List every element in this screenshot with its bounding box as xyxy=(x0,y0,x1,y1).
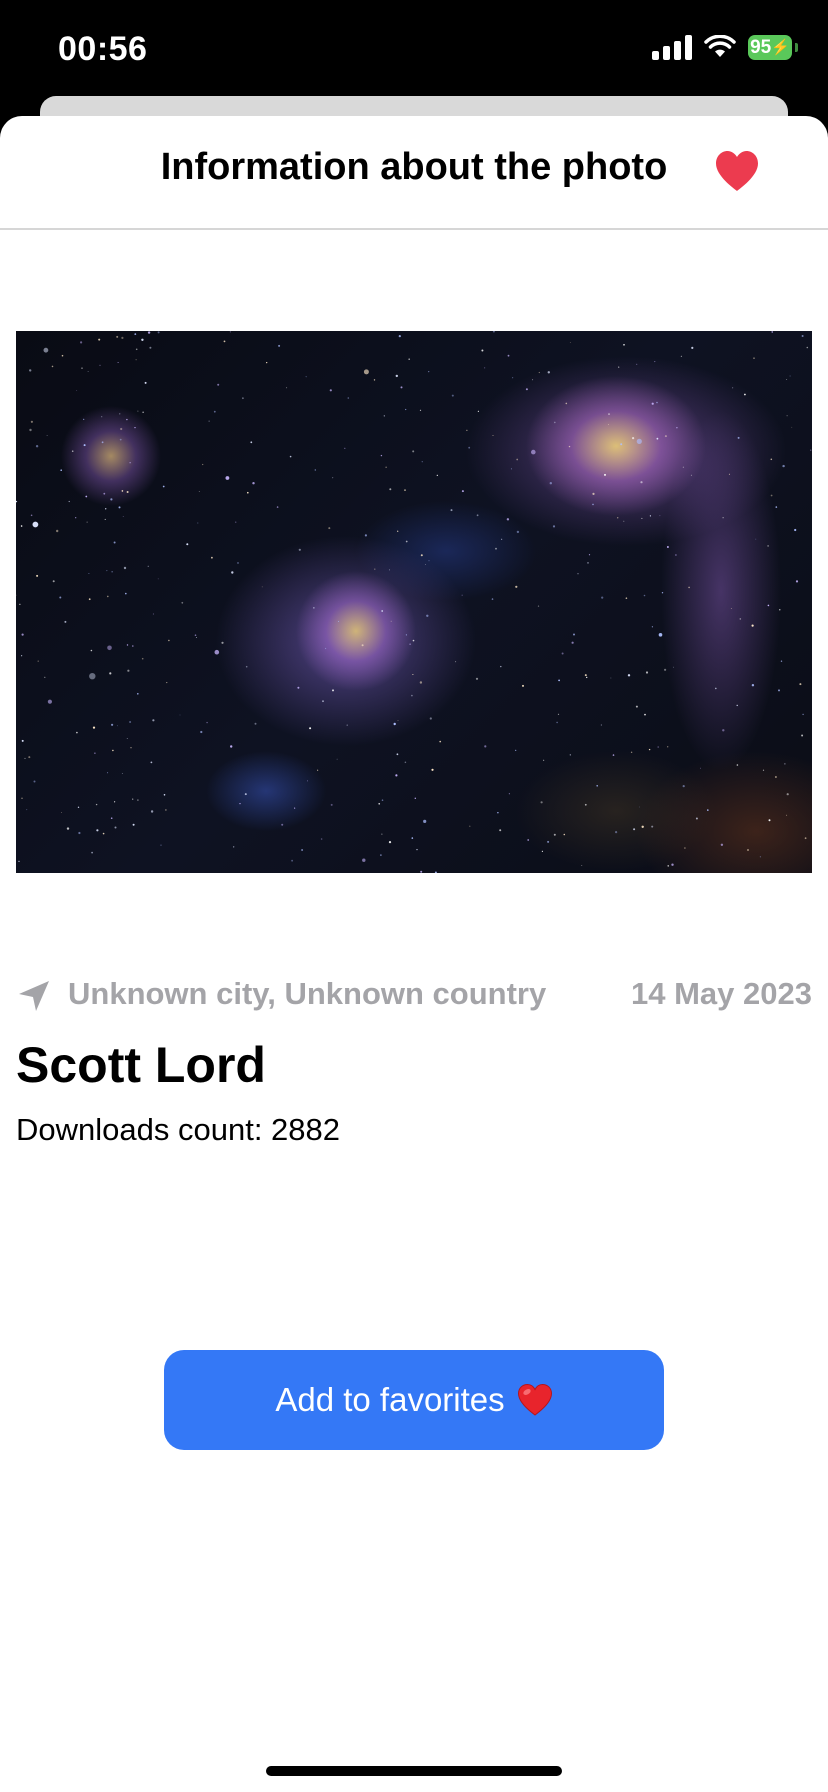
heart-emoji-icon xyxy=(517,1383,552,1416)
add-to-favorites-label: Add to favorites xyxy=(275,1381,505,1418)
status-time: 00:56 xyxy=(58,30,148,68)
page-title: Information about the photo xyxy=(160,146,668,188)
heart-icon[interactable] xyxy=(714,149,760,193)
downloads-count: Downloads count: 2882 xyxy=(16,1112,341,1147)
star-field xyxy=(16,331,812,873)
location-arrow-icon xyxy=(19,981,49,1011)
photo-date: 14 May 2023 xyxy=(631,976,812,1011)
location-row: Unknown city, Unknown country 14 May 202… xyxy=(16,972,812,1018)
status-icons: 95 ⚡ xyxy=(652,34,798,60)
status-bar: 00:56 95 ⚡ xyxy=(0,0,828,110)
nebula-star-field-photo xyxy=(16,331,812,873)
photo-info-sheet: Information about the photo Unknown city… xyxy=(0,116,828,1792)
battery-level: 95 xyxy=(750,36,772,58)
add-to-favorites-button[interactable]: Add to favorites xyxy=(164,1350,664,1450)
nav-bar: Information about the photo xyxy=(0,116,828,230)
battery-charging-icon: 95 ⚡ xyxy=(748,34,798,60)
wifi-icon xyxy=(704,35,736,59)
home-indicator xyxy=(266,1766,562,1776)
author-name: Scott Lord xyxy=(16,1037,266,1093)
location-text: Unknown city, Unknown country xyxy=(68,976,547,1011)
signal-icon xyxy=(652,34,692,60)
